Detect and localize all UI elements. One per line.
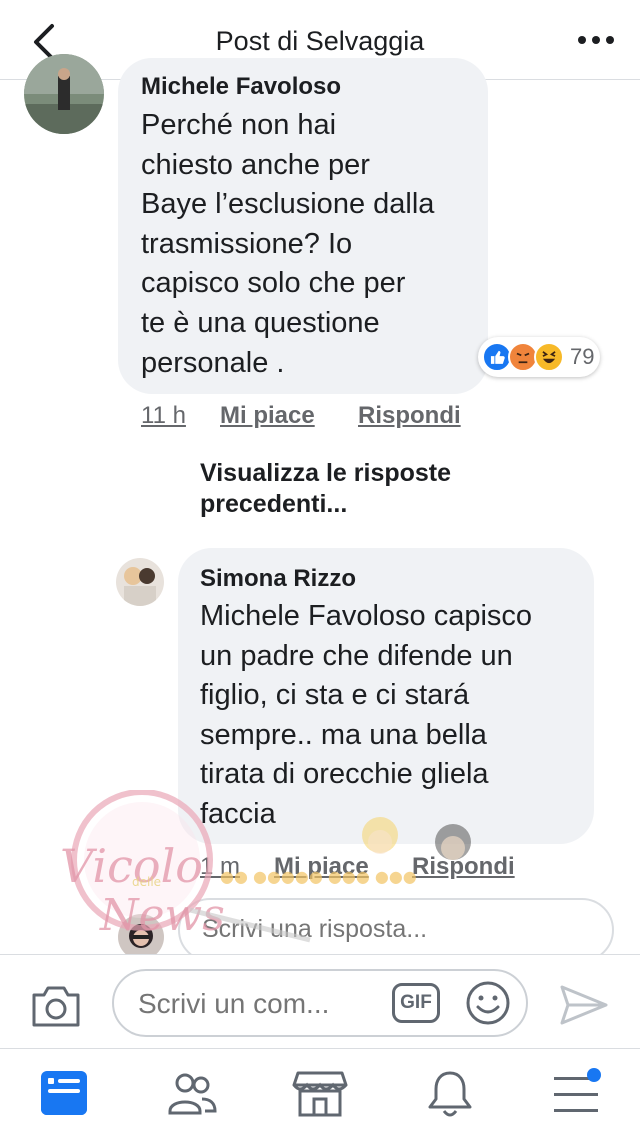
gif-icon: GIF xyxy=(400,992,432,1013)
nav-marketplace[interactable] xyxy=(292,1067,348,1121)
reply-input[interactable] xyxy=(200,914,584,945)
news-feed-icon xyxy=(41,1071,87,1115)
more-icon xyxy=(578,36,614,44)
comment-composer: GIF xyxy=(0,954,640,1048)
nav-notifications[interactable] xyxy=(422,1067,478,1121)
more-options-button[interactable] xyxy=(574,24,618,56)
reactions-summary[interactable]: 79 xyxy=(478,337,601,377)
reply-link[interactable]: Rispondi xyxy=(358,402,461,430)
reply-author[interactable]: Simona Rizzo xyxy=(200,565,356,593)
camera-button[interactable] xyxy=(30,983,82,1029)
notifications-icon xyxy=(428,1071,472,1117)
bottom-navigation xyxy=(0,1048,640,1136)
nav-friends[interactable] xyxy=(164,1067,220,1121)
nav-news-feed[interactable] xyxy=(36,1067,92,1121)
like-link[interactable]: Mi piace xyxy=(220,402,315,430)
comment-timestamp[interactable]: 11 h xyxy=(141,402,186,430)
reply-text: Michele Favoloso capisco un padre che di… xyxy=(200,600,533,830)
svg-text:delle: delle xyxy=(132,875,161,889)
avatar[interactable] xyxy=(24,54,104,134)
emoji-icon xyxy=(466,981,510,1025)
gif-button[interactable]: GIF xyxy=(392,983,440,1023)
reply-link[interactable]: Rispondi xyxy=(412,853,515,881)
view-previous-replies-link[interactable]: Visualizza le risposte precedenti... xyxy=(200,458,451,520)
emoji-button[interactable] xyxy=(464,979,512,1027)
haha-reaction-icon xyxy=(534,342,564,372)
reply-input-box[interactable] xyxy=(178,898,614,962)
avatar[interactable] xyxy=(116,558,164,606)
nav-menu[interactable] xyxy=(548,1067,604,1121)
menu-icon xyxy=(554,1068,601,1112)
send-icon xyxy=(560,985,608,1025)
svg-text:Vicolo: Vicolo xyxy=(60,839,203,893)
friends-icon xyxy=(168,1073,217,1115)
comment-input-box[interactable]: GIF xyxy=(112,969,528,1037)
reply-timestamp[interactable]: 1 m xyxy=(200,853,240,881)
page-title: Post di Selvaggia xyxy=(215,26,425,56)
marketplace-icon xyxy=(292,1071,348,1117)
camera-icon xyxy=(32,986,80,1027)
send-button[interactable] xyxy=(556,981,612,1029)
comment-input[interactable] xyxy=(136,987,380,1021)
comment-author[interactable]: Michele Favoloso xyxy=(141,73,341,101)
like-link[interactable]: Mi piace xyxy=(274,853,369,881)
reaction-count: 79 xyxy=(570,344,595,369)
comment-text: Perché non hai chiesto anche per Baye l’… xyxy=(141,109,435,379)
